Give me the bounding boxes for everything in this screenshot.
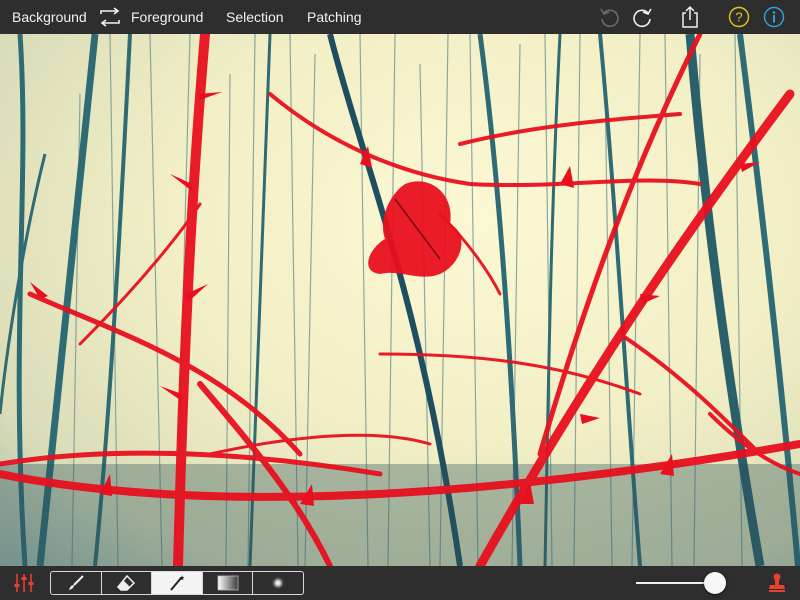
top-toolbar: Background Foreground Selection Patching…: [0, 0, 800, 34]
magic-wand-tool[interactable]: [152, 572, 203, 594]
share-icon[interactable]: [677, 5, 703, 29]
svg-text:?: ?: [735, 10, 742, 25]
brush-size-slider-thumb[interactable]: [704, 572, 726, 594]
stamp-icon[interactable]: [766, 572, 788, 594]
soft-dot-tool[interactable]: [253, 572, 303, 594]
info-icon[interactable]: [761, 5, 787, 29]
gradient-icon: [217, 575, 238, 591]
tool-selector: [50, 571, 304, 595]
undo-icon[interactable]: [596, 5, 622, 29]
magic-wand-icon: [170, 575, 185, 591]
tab-background[interactable]: Background: [12, 9, 87, 25]
forest-photo: [0, 34, 800, 566]
tab-patching[interactable]: Patching: [307, 9, 361, 25]
tab-foreground[interactable]: Foreground: [131, 9, 203, 25]
soft-dot-icon: [271, 576, 286, 590]
brush-tool[interactable]: [51, 572, 102, 594]
redo-icon[interactable]: [630, 5, 656, 29]
photo-canvas[interactable]: [0, 34, 800, 566]
help-icon[interactable]: ?: [726, 5, 752, 29]
swap-icon[interactable]: [98, 6, 122, 28]
eraser-tool[interactable]: [102, 572, 153, 594]
tab-selection[interactable]: Selection: [226, 9, 284, 25]
gradient-tool[interactable]: [203, 572, 254, 594]
brush-icon: [68, 575, 84, 590]
eraser-icon: [117, 574, 136, 591]
adjustments-icon[interactable]: [13, 572, 35, 594]
